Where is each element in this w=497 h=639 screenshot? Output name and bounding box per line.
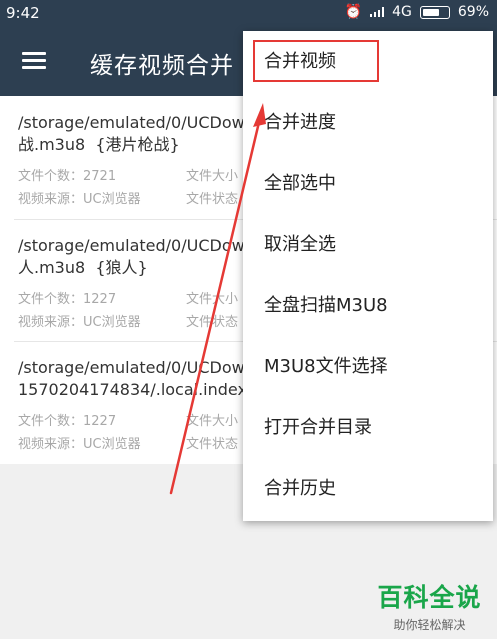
menu-item-open-merge-dir[interactable]: 打开合并目录 bbox=[243, 397, 493, 458]
watermark-title: 百科全说 bbox=[377, 583, 482, 612]
menu-item-scan-m3u8[interactable]: 全盘扫描M3U8 bbox=[243, 275, 493, 336]
alarm-icon: ⏰ bbox=[344, 4, 363, 20]
signal-icon bbox=[370, 7, 385, 17]
file-size: 文件大小 bbox=[186, 292, 239, 307]
status-icons: ⏰ 4G 69% bbox=[345, 4, 489, 20]
menu-item-select-all[interactable]: 全部选中 bbox=[243, 153, 493, 214]
file-size: 文件大小 bbox=[186, 169, 239, 184]
app-title: 缓存视频合并 bbox=[90, 53, 234, 79]
path-line: 1570204174834/.local.index.m bbox=[18, 380, 268, 399]
file-status: 文件状态 bbox=[186, 315, 239, 330]
file-count: 文件个数：1227 bbox=[18, 414, 117, 429]
status-time: 9:42 bbox=[6, 4, 40, 22]
annotation-highlight-box bbox=[253, 40, 379, 82]
overflow-menu: 合并视频 合并进度 全部选中 取消全选 全盘扫描M3U8 M3U8文件选择 打开… bbox=[243, 31, 493, 521]
file-size: 文件大小 bbox=[186, 414, 239, 429]
path-line: /storage/emulated/0/UCDown bbox=[18, 113, 255, 132]
watermark-subtitle: 助你轻松解决 bbox=[393, 618, 466, 632]
file-count: 文件个数：1227 bbox=[18, 292, 117, 307]
video-source: 视频来源：UC浏览器 bbox=[18, 192, 141, 207]
video-source: 视频来源：UC浏览器 bbox=[18, 315, 141, 330]
menu-item-merge-progress[interactable]: 合并进度 bbox=[243, 92, 493, 153]
menu-item-deselect-all[interactable]: 取消全选 bbox=[243, 214, 493, 275]
menu-icon[interactable] bbox=[22, 52, 46, 70]
path-line: 战.m3u8 {港片枪战} bbox=[18, 135, 180, 154]
watermark: 百科全说 助你轻松解决 bbox=[366, 578, 493, 634]
menu-item-select-m3u8-file[interactable]: M3U8文件选择 bbox=[243, 336, 493, 397]
battery-level: 69% bbox=[457, 4, 489, 20]
network-type: 4G bbox=[392, 4, 412, 20]
file-count: 文件个数：2721 bbox=[18, 169, 117, 184]
path-line: /storage/emulated/0/UCDown bbox=[18, 236, 255, 255]
menu-item-merge-history[interactable]: 合并历史 bbox=[243, 458, 493, 519]
battery-icon bbox=[419, 5, 450, 19]
file-status: 文件状态 bbox=[186, 437, 239, 452]
file-status: 文件状态 bbox=[186, 192, 239, 207]
path-line: 人.m3u8 {狼人} bbox=[18, 258, 148, 277]
video-source: 视频来源：UC浏览器 bbox=[18, 437, 141, 452]
status-bar: 9:42 ⏰ 4G 69% bbox=[0, 0, 497, 27]
path-line: /storage/emulated/0/UCDown bbox=[18, 358, 255, 377]
